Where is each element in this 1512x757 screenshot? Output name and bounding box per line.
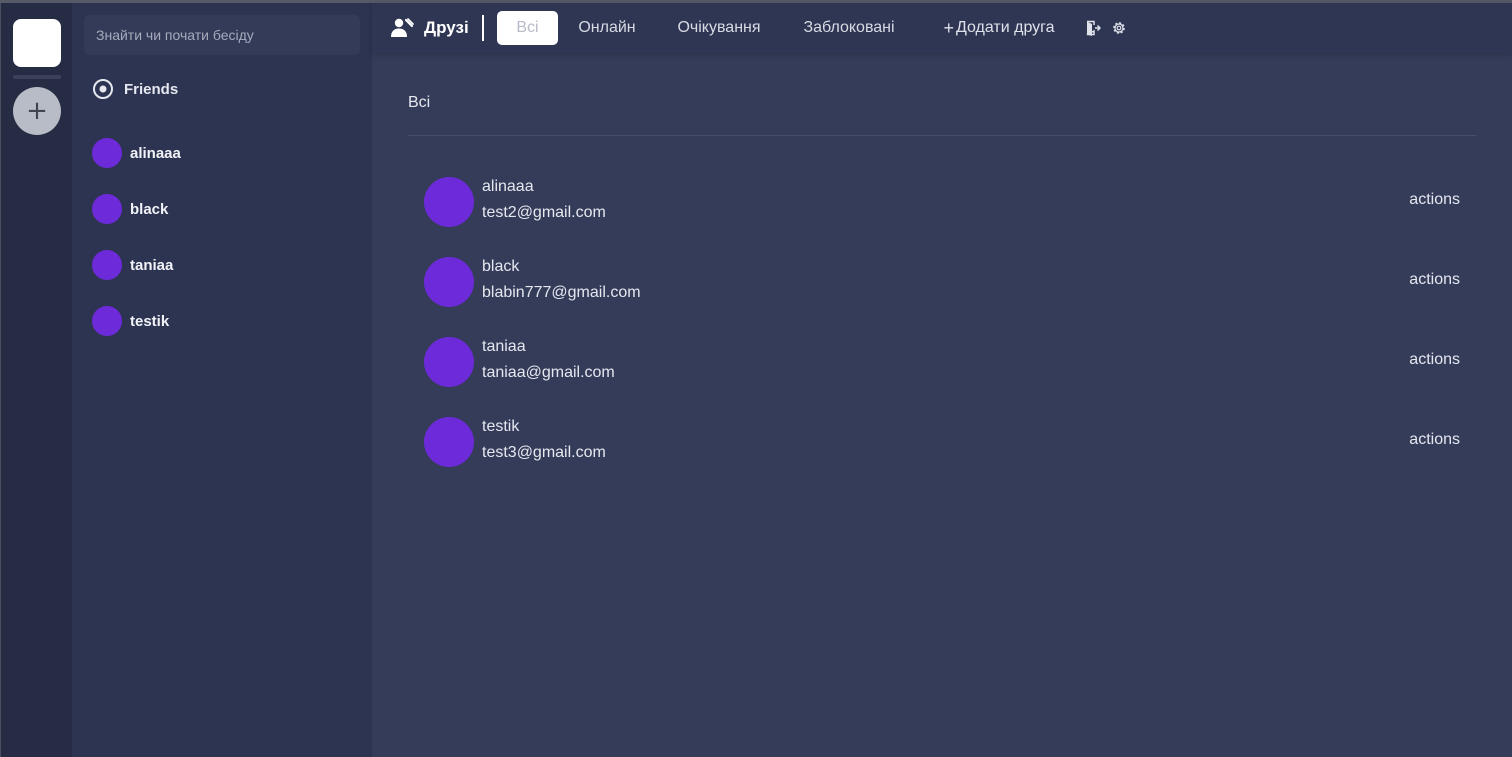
dm-name: black	[130, 200, 169, 218]
plus-icon: +	[943, 17, 954, 38]
friend-email: taniaa@gmail.com	[482, 364, 615, 381]
dm-item[interactable]: alinaaa	[92, 137, 181, 169]
friend-email: test3@gmail.com	[482, 444, 606, 461]
tab-blocked[interactable]: Заблоковані	[792, 11, 906, 45]
friends-nav-item[interactable]: Friends	[92, 77, 178, 101]
tab-pending[interactable]: Очікування	[664, 11, 774, 45]
tab-label: Заблоковані	[803, 19, 895, 36]
friends-header: Друзі Всі Онлайн Очікування Заблоковані …	[372, 3, 1512, 53]
dm-name: testik	[130, 312, 170, 330]
rail-separator	[13, 75, 61, 79]
dm-item[interactable]: testik	[92, 305, 169, 337]
friends-target-icon	[93, 79, 113, 99]
logout-icon[interactable]	[1085, 20, 1101, 36]
friend-row[interactable]: alinaaa test2@gmail.com actions	[424, 177, 1460, 229]
avatar	[424, 337, 474, 387]
friend-email: blabin777@gmail.com	[482, 284, 641, 301]
tab-all[interactable]: Всі	[497, 11, 558, 45]
avatar	[424, 257, 474, 307]
home-button[interactable]	[13, 19, 61, 67]
friends-page: Друзі Всі Онлайн Очікування Заблоковані …	[372, 3, 1512, 757]
gear-icon[interactable]	[1111, 20, 1127, 36]
header-divider	[482, 15, 484, 41]
avatar	[92, 194, 122, 224]
tab-label: Онлайн	[578, 19, 636, 36]
dm-name: taniaa	[130, 256, 174, 274]
plus-icon: +	[26, 96, 48, 126]
direct-messages-sidebar: Friends alinaaa black taniaa testik	[72, 3, 372, 757]
friend-name: alinaaa	[482, 178, 534, 195]
friends-waving-icon	[391, 18, 414, 37]
add-friend-button[interactable]: + Додати друга	[934, 11, 1064, 45]
friend-actions-button[interactable]: actions	[1409, 351, 1460, 369]
section-divider	[408, 135, 1476, 136]
friends-nav-label: Friends	[124, 80, 179, 98]
page-title-text: Друзі	[424, 18, 469, 37]
add-friend-label: Додати друга	[955, 19, 1055, 36]
server-rail: +	[0, 3, 72, 757]
section-title: Всі	[408, 94, 431, 111]
friend-row[interactable]: testik test3@gmail.com actions	[424, 417, 1460, 469]
avatar	[424, 177, 474, 227]
friend-email: test2@gmail.com	[482, 204, 606, 221]
avatar	[424, 417, 474, 467]
add-server-button[interactable]: +	[13, 87, 61, 135]
dm-name: alinaaa	[130, 144, 181, 162]
friend-name: black	[482, 258, 520, 275]
friend-actions-button[interactable]: actions	[1409, 191, 1460, 209]
friend-actions-button[interactable]: actions	[1409, 431, 1460, 449]
dm-item[interactable]: taniaa	[92, 249, 173, 281]
friend-name: testik	[482, 418, 520, 435]
friend-actions-button[interactable]: actions	[1409, 271, 1460, 289]
tab-online[interactable]: Онлайн	[568, 11, 646, 45]
tab-label: Очікування	[677, 19, 761, 36]
avatar	[92, 306, 122, 336]
friend-row[interactable]: taniaa taniaa@gmail.com actions	[424, 337, 1460, 389]
avatar	[92, 250, 122, 280]
search-input[interactable]	[84, 15, 360, 55]
dm-item[interactable]: black	[92, 193, 168, 225]
tab-label: Всі	[516, 19, 539, 36]
friend-name: taniaa	[482, 338, 526, 355]
page-title: Друзі	[390, 16, 469, 40]
friend-row[interactable]: black blabin777@gmail.com actions	[424, 257, 1460, 309]
avatar	[92, 138, 122, 168]
